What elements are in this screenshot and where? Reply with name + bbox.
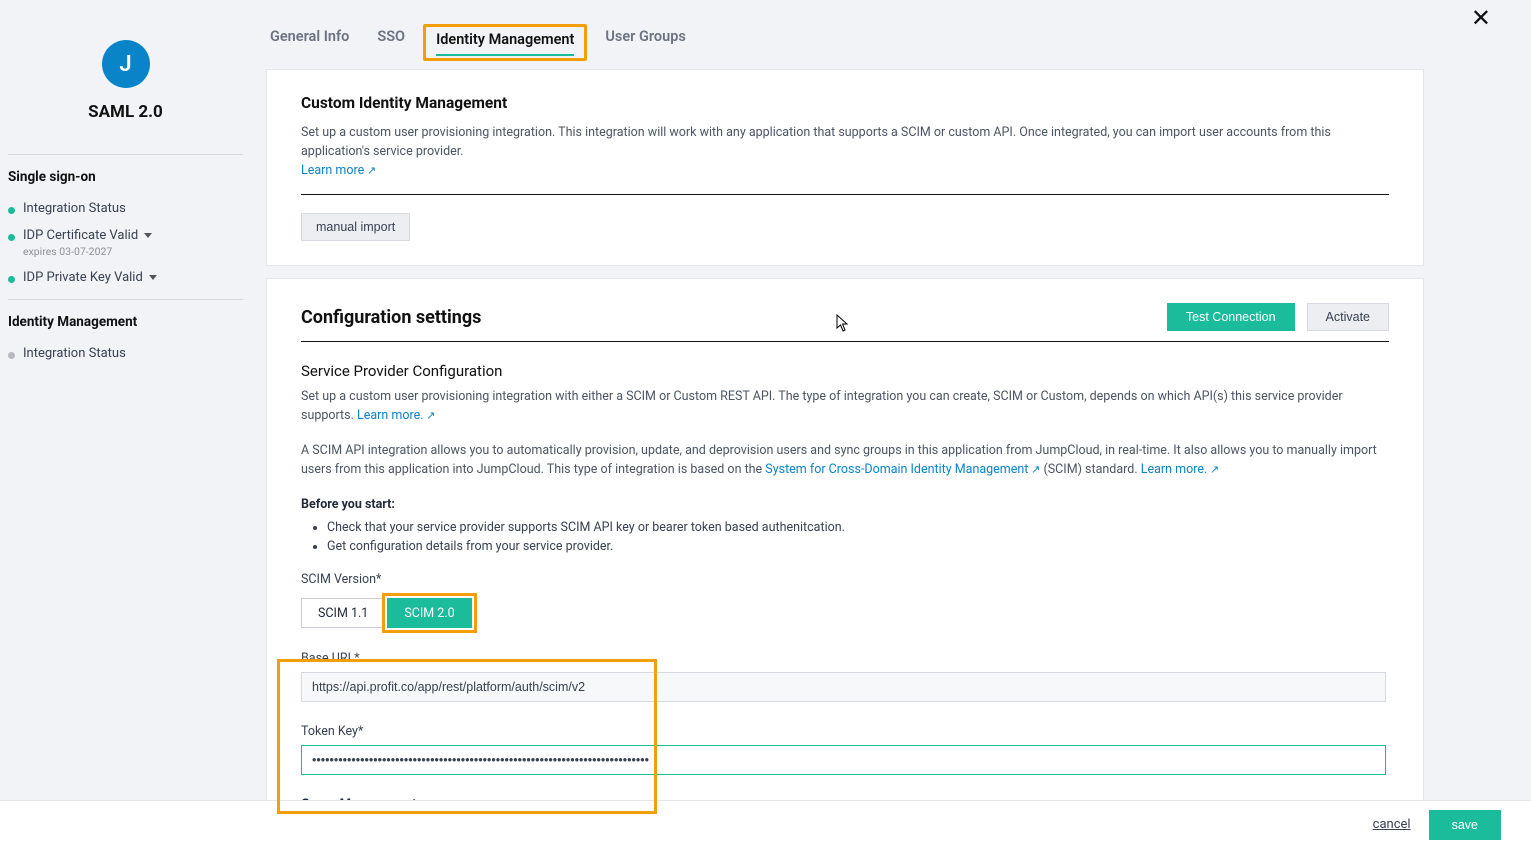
base-url-input[interactable] [301,672,1386,702]
section-heading-idm: Identity Management [8,314,243,330]
status-dot-icon [8,276,15,283]
sp-config-desc: Set up a custom user provisioning integr… [301,388,1389,426]
status-dot-icon [8,207,15,214]
status-label: IDP Private Key Valid [23,270,143,285]
main-content: General Info SSO Identity Management Use… [266,28,1424,831]
status-label: IDP Certificate Valid [23,228,138,243]
checklist-item: Check that your service provider support… [327,520,1389,535]
card-description: Set up a custom user provisioning integr… [301,124,1389,180]
checklist: Check that your service provider support… [327,520,1389,554]
learn-more-link[interactable]: Learn more [301,163,376,178]
app-title: SAML 2.0 [8,102,243,140]
divider [301,341,1389,342]
sidebar: J SAML 2.0 Single sign-on Integration St… [8,40,243,367]
highlight-box: Identity Management [423,24,587,61]
tab-bar: General Info SSO Identity Management Use… [266,28,1424,69]
tab-user-groups[interactable]: User Groups [605,28,685,59]
tab-sso[interactable]: SSO [377,28,405,59]
chevron-down-icon [149,275,157,280]
status-idp-key[interactable]: IDP Private Key Valid [8,264,243,291]
avatar: J [102,40,150,88]
save-button[interactable]: save [1429,810,1501,840]
sp-config-heading: Service Provider Configuration [301,362,1389,380]
close-icon[interactable]: ✕ [1471,4,1491,32]
card-config-settings: Configuration settings Test Connection A… [266,278,1424,819]
cancel-link[interactable]: cancel [1373,817,1411,832]
learn-more-link[interactable]: Learn more. [1141,462,1220,477]
card-title: Custom Identity Management [301,94,1389,112]
scim-version-label: SCIM Version* [301,572,1389,587]
desc-text: Set up a custom user provisioning integr… [301,389,1343,423]
status-idp-cert[interactable]: IDP Certificate Valid expires 03-07-2027 [8,222,243,264]
scim-11-option[interactable]: SCIM 1.1 [301,598,385,628]
highlight-box: SCIM 2.0 [382,593,476,633]
status-dot-icon [8,234,15,241]
divider [301,194,1389,195]
status-dot-icon [8,352,15,359]
footer-bar: cancel save [0,800,1531,848]
scim-20-option[interactable]: SCIM 2.0 [387,598,471,628]
scim-standard-link[interactable]: System for Cross-Domain Identity Managem… [765,462,1040,477]
token-key-input[interactable] [301,745,1386,775]
status-idm-integration[interactable]: Integration Status [8,340,243,367]
status-label: Integration Status [23,201,126,216]
before-you-start-label: Before you start: [301,497,1389,512]
manual-import-button[interactable]: manual import [301,213,410,241]
config-title: Configuration settings [301,307,481,328]
card-custom-idm: Custom Identity Management Set up a cust… [266,69,1424,266]
status-label: Integration Status [23,346,126,361]
activate-button[interactable]: Activate [1307,303,1389,331]
desc-text: Set up a custom user provisioning integr… [301,125,1331,159]
token-key-label: Token Key* [301,724,1389,739]
tab-identity-management[interactable]: Identity Management [436,31,574,56]
desc-text: (SCIM) standard. [1040,462,1140,477]
learn-more-link[interactable]: Learn more. [357,408,436,423]
divider [8,299,243,300]
section-heading-sso: Single sign-on [8,169,243,185]
divider [8,154,243,155]
chevron-down-icon [144,233,152,238]
base-url-label: Base URL* [301,651,1389,666]
scim-paragraph: A SCIM API integration allows you to aut… [301,442,1389,480]
status-integration[interactable]: Integration Status [8,195,243,222]
test-connection-button[interactable]: Test Connection [1167,303,1295,331]
checklist-item: Get configuration details from your serv… [327,539,1389,554]
tab-general-info[interactable]: General Info [270,28,349,59]
status-sublabel: expires 03-07-2027 [23,245,152,258]
